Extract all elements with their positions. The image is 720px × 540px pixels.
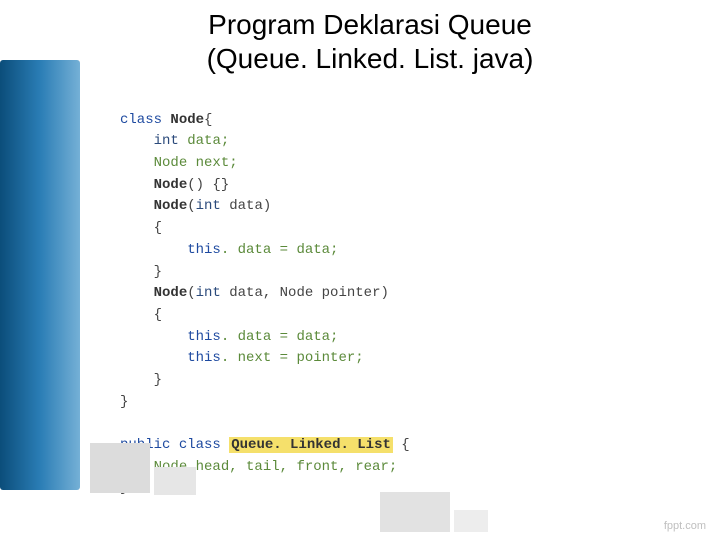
brace-open-3: {	[393, 437, 410, 453]
field-data: data;	[187, 133, 229, 149]
ctor-empty: () {}	[187, 177, 229, 193]
brace-open-2: {	[154, 307, 162, 323]
paren: (	[187, 198, 195, 214]
kw-this: this	[187, 242, 221, 258]
kw-int: int	[154, 133, 179, 149]
brace: {	[204, 112, 212, 128]
brace-close: }	[154, 264, 162, 280]
brace-open: {	[154, 220, 162, 236]
brace-close-class: }	[120, 394, 128, 410]
kw-int-3: int	[196, 285, 221, 301]
param-data: data)	[221, 198, 271, 214]
assign-next: . next = pointer;	[221, 350, 364, 366]
deco-box-4	[454, 510, 488, 532]
deco-box-1	[90, 443, 150, 493]
ctor-node: Node	[154, 177, 188, 193]
assign-data: . data = data;	[221, 242, 339, 258]
title-line-2: (Queue. Linked. List. java)	[207, 43, 534, 74]
paren-2: (	[187, 285, 195, 301]
kw-class: class	[120, 112, 162, 128]
footer-credit: fppt.com	[664, 520, 706, 532]
id-node: Node	[170, 112, 204, 128]
kw-this-2: this	[187, 329, 221, 345]
sidebar-decoration	[0, 60, 80, 490]
assign-data-2: . data = data;	[221, 329, 339, 345]
kw-this-3: this	[187, 350, 221, 366]
kw-class-2: class	[179, 437, 221, 453]
type-node: Node	[154, 155, 188, 171]
slide-title: Program Deklarasi Queue (Queue. Linked. …	[100, 8, 640, 75]
deco-box-3	[380, 492, 450, 532]
param-data-ptr: data, Node pointer)	[221, 285, 389, 301]
field-next: next;	[196, 155, 238, 171]
classname-highlight: Queue. Linked. List	[229, 437, 393, 453]
deco-box-2	[154, 467, 196, 495]
fields-list: head, tail, front, rear;	[196, 459, 398, 475]
title-line-1: Program Deklarasi Queue	[208, 9, 532, 40]
ctor-node-2: Node	[154, 198, 188, 214]
ctor-node-3: Node	[154, 285, 188, 301]
code-block: class Node{ int data; Node next; Node() …	[120, 88, 660, 500]
kw-int-2: int	[196, 198, 221, 214]
brace-close-2: }	[154, 372, 162, 388]
